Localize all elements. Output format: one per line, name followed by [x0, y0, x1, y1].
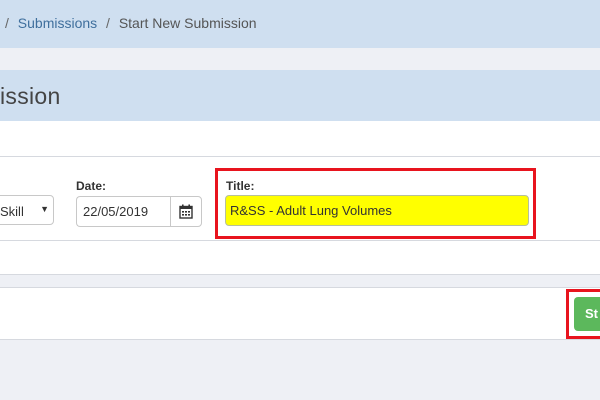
start-button-highlight: [566, 289, 600, 339]
form-panel-bottom-border: [0, 274, 600, 275]
date-field[interactable]: 22/05/2019: [76, 196, 170, 227]
form-divider-bottom: [0, 240, 600, 241]
form-divider-top: [0, 156, 600, 157]
title-label: Title:: [226, 179, 255, 193]
title-field[interactable]: R&SS - Adult Lung Volumes: [225, 195, 529, 226]
breadcrumb-current: Start New Submission: [118, 15, 257, 31]
calendar-icon: [179, 204, 193, 219]
calendar-button[interactable]: [170, 196, 202, 227]
breadcrumb-separator: /: [5, 15, 9, 31]
breadcrumb: / Submissions / Start New Submission: [0, 15, 257, 31]
action-panel: [0, 287, 600, 340]
page-title: ission: [0, 83, 61, 109]
date-label: Date:: [76, 179, 107, 193]
breadcrumb-link-submissions[interactable]: Submissions: [18, 15, 97, 31]
submission-type-select[interactable]: Skill ▼: [0, 195, 54, 225]
page-title-bar: [0, 70, 600, 121]
select-value: Skill: [0, 204, 24, 219]
chevron-down-icon: ▼: [40, 204, 49, 214]
breadcrumb-separator: /: [106, 15, 110, 31]
